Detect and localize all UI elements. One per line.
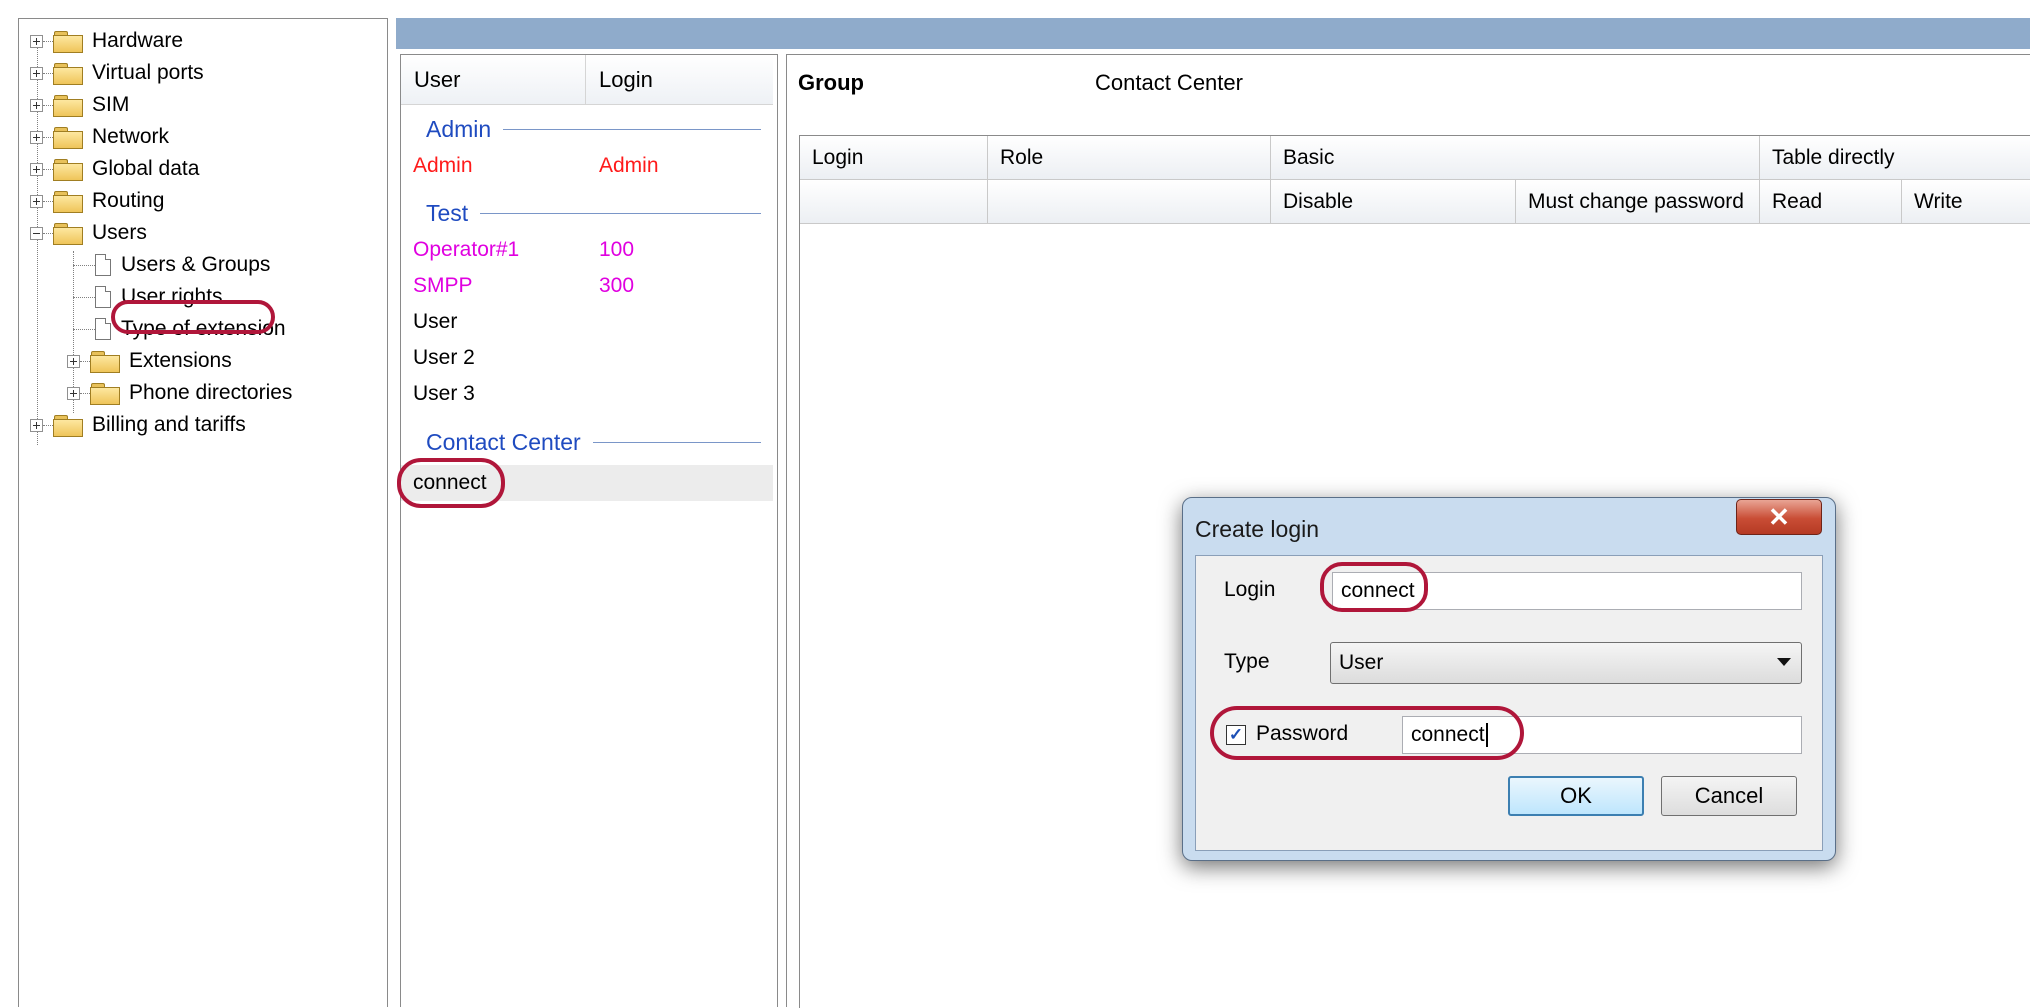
user-row[interactable]: Admin Admin: [401, 148, 773, 184]
column-header-login[interactable]: Login: [800, 136, 988, 180]
tree-item-billing-and-tariffs[interactable]: Billing and tariffs: [30, 410, 246, 440]
tree-item-phone-directories[interactable]: Phone directories: [67, 378, 292, 408]
expand-icon[interactable]: [30, 130, 43, 144]
highlight-login: [1320, 562, 1428, 612]
type-select[interactable]: User: [1330, 642, 1802, 684]
expand-icon[interactable]: [67, 386, 80, 400]
folder-icon: [53, 158, 83, 181]
column-header-disable[interactable]: Disable: [1271, 180, 1516, 224]
tree-item-sim[interactable]: SIM: [30, 90, 129, 120]
document-icon: [95, 286, 111, 308]
panel-title-bar: [396, 18, 2030, 49]
user-login: Admin: [599, 154, 659, 177]
folder-icon: [53, 126, 83, 149]
user-row[interactable]: SMPP 300: [401, 268, 773, 304]
collapse-icon[interactable]: [30, 226, 43, 240]
column-header-must-change-password[interactable]: Must change password: [1516, 180, 1760, 224]
tree-item-label: Users: [92, 221, 147, 244]
user-row[interactable]: User 2: [401, 340, 773, 376]
tree-item-label: Hardware: [92, 29, 184, 52]
tree-item-label: Extensions: [129, 349, 232, 372]
column-header-basic[interactable]: Basic: [1271, 136, 1760, 180]
column-header-login[interactable]: Login: [586, 55, 773, 105]
folder-icon: [53, 62, 83, 85]
group-header-contact-center: Contact Center: [401, 425, 761, 459]
close-icon: ✕: [1768, 501, 1790, 532]
user-name: User 2: [413, 346, 475, 369]
column-header-table-directly[interactable]: Table directly: [1760, 136, 2030, 180]
expand-icon[interactable]: [67, 354, 80, 368]
ok-button[interactable]: OK: [1508, 776, 1644, 816]
group-value: Contact Center: [1095, 70, 1243, 95]
tree-item-virtual-ports[interactable]: Virtual ports: [30, 58, 204, 88]
folder-icon: [53, 190, 83, 213]
tree-item-label: Routing: [92, 189, 165, 212]
column-subheader-empty: [800, 180, 988, 224]
column-header-read[interactable]: Read: [1760, 180, 1902, 224]
create-login-dialog: Create login ✕ Login connect Type User ✓…: [1182, 497, 1836, 861]
dialog-title: Create login: [1195, 516, 1320, 542]
folder-icon: [90, 350, 120, 373]
tree-item-network[interactable]: Network: [30, 122, 169, 152]
highlight-password: [1210, 706, 1524, 760]
navigation-tree: Hardware Virtual ports SIM Network Globa…: [18, 18, 388, 1007]
type-label: Type: [1224, 650, 1270, 673]
user-list: User Login Admin Admin Admin Test Operat…: [397, 54, 778, 1007]
expand-icon[interactable]: [30, 34, 43, 48]
group-header-test: Test: [401, 196, 761, 230]
tree-item-label: Phone directories: [129, 381, 293, 404]
column-header-write[interactable]: Write: [1902, 180, 2030, 224]
highlight-user-rights: [111, 300, 275, 334]
folder-icon: [90, 382, 120, 405]
type-select-value: User: [1339, 651, 1384, 674]
group-label: Group: [798, 70, 864, 95]
expand-icon[interactable]: [30, 418, 43, 432]
tree-item-extensions[interactable]: Extensions: [67, 346, 232, 376]
close-button[interactable]: ✕: [1736, 499, 1822, 535]
highlight-connect: [397, 458, 505, 508]
expand-icon[interactable]: [30, 194, 43, 208]
login-label: Login: [1224, 578, 1276, 601]
user-login: 300: [599, 274, 635, 297]
tree-item-label: Users & Groups: [121, 253, 271, 276]
folder-icon: [53, 414, 83, 437]
tree-item-label: Virtual ports: [92, 61, 204, 84]
folder-open-icon: [53, 222, 83, 245]
expand-icon[interactable]: [30, 66, 43, 80]
user-name: User 3: [413, 382, 475, 405]
column-subheader-empty: [988, 180, 1271, 224]
dialog-body: Login connect Type User ✓ Password conne…: [1195, 555, 1823, 851]
user-row[interactable]: Operator#1 100: [401, 232, 773, 268]
user-name: Operator#1: [413, 238, 520, 261]
document-icon: [95, 254, 111, 276]
column-header-role[interactable]: Role: [988, 136, 1271, 180]
folder-icon: [53, 94, 83, 117]
folder-icon: [53, 30, 83, 53]
user-row[interactable]: User: [401, 304, 773, 340]
user-name: Admin: [413, 154, 473, 177]
user-login: 100: [599, 238, 635, 261]
user-name: User: [413, 310, 458, 333]
tree-item-hardware[interactable]: Hardware: [30, 26, 183, 56]
tree-item-label: Global data: [92, 157, 200, 180]
group-header-admin: Admin: [401, 112, 761, 146]
tree-item-global-data[interactable]: Global data: [30, 154, 199, 184]
chevron-down-icon: [1777, 658, 1791, 666]
expand-icon[interactable]: [30, 98, 43, 112]
group-name: Contact Center: [426, 428, 581, 455]
tree-item-label: Billing and tariffs: [92, 413, 246, 436]
tree-item-routing[interactable]: Routing: [30, 186, 164, 216]
tree-item-users-groups[interactable]: Users & Groups: [73, 250, 270, 280]
tree-item-label: SIM: [92, 93, 130, 116]
cancel-button[interactable]: Cancel: [1661, 776, 1797, 816]
tree-item-users[interactable]: Users: [30, 218, 147, 248]
user-row[interactable]: User 3: [401, 376, 773, 412]
user-name: SMPP: [413, 274, 473, 297]
group-name: Admin: [426, 115, 492, 142]
expand-icon[interactable]: [30, 162, 43, 176]
tree-item-label: Network: [92, 125, 170, 148]
column-header-user[interactable]: User: [401, 55, 586, 105]
document-icon: [95, 318, 111, 340]
group-name: Test: [426, 199, 469, 226]
